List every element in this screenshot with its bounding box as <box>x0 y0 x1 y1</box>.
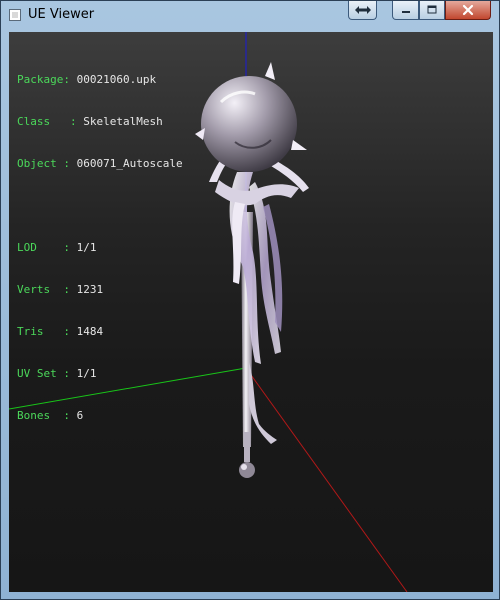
lod-row: LOD : 1/1 <box>17 241 183 255</box>
app-window: UE Viewer Package: 00021060.upk Class: … <box>0 0 500 600</box>
uvset-label: UV Set <box>17 367 57 380</box>
verts-row: Verts : 1231 <box>17 283 183 297</box>
verts-separator: : <box>63 283 70 296</box>
lod-label: LOD <box>17 241 37 254</box>
verts-label: Verts <box>17 283 51 296</box>
restore-arrows-icon <box>354 6 371 14</box>
class-value: SkeletalMesh <box>83 115 163 128</box>
maximize-button[interactable] <box>419 1 445 20</box>
class-label: Class <box>17 115 51 128</box>
class-row: Class : SkeletalMesh <box>17 115 183 129</box>
tris-label: Tris <box>17 325 44 338</box>
package-row: Package: 00021060.upk <box>17 73 183 87</box>
lod-separator: : <box>63 241 70 254</box>
title-bar[interactable]: UE Viewer <box>1 1 499 31</box>
mesh-info-panel: Package: 00021060.upk Class : SkeletalMe… <box>17 45 183 451</box>
close-button[interactable] <box>445 1 491 20</box>
restore-button[interactable] <box>348 1 377 20</box>
bones-value: 6 <box>76 409 84 422</box>
tris-separator: : <box>63 325 70 338</box>
minimize-button[interactable] <box>392 1 419 20</box>
object-separator: : <box>63 157 70 170</box>
bones-label: Bones <box>17 409 51 422</box>
tris-row: Tris : 1484 <box>17 325 183 339</box>
mace-mesh <box>195 62 309 478</box>
maximize-icon <box>427 5 437 14</box>
3d-viewport[interactable]: Package: 00021060.upk Class : SkeletalMe… <box>9 32 493 592</box>
package-value: 00021060.upk <box>76 73 157 86</box>
window-title: UE Viewer <box>28 7 95 22</box>
object-value: 060071_Autoscale <box>76 157 183 170</box>
tris-value: 1484 <box>76 325 104 338</box>
uvset-row: UV Set : 1/1 <box>17 367 183 381</box>
minimize-icon <box>401 11 410 13</box>
lod-value: 1/1 <box>76 241 97 254</box>
class-separator: : <box>70 115 77 128</box>
axis-x-line <box>245 367 408 592</box>
bones-separator: : <box>63 409 70 422</box>
uvset-value: 1/1 <box>76 367 97 380</box>
close-x-icon <box>462 4 474 16</box>
verts-value: 1231 <box>76 283 104 296</box>
bones-row: Bones : 6 <box>17 409 183 423</box>
object-row: Object : 060071_Autoscale <box>17 157 183 171</box>
package-label: Package: <box>17 73 70 86</box>
app-icon <box>9 9 21 21</box>
uvset-separator: : <box>63 367 70 380</box>
object-label: Object <box>17 157 57 170</box>
